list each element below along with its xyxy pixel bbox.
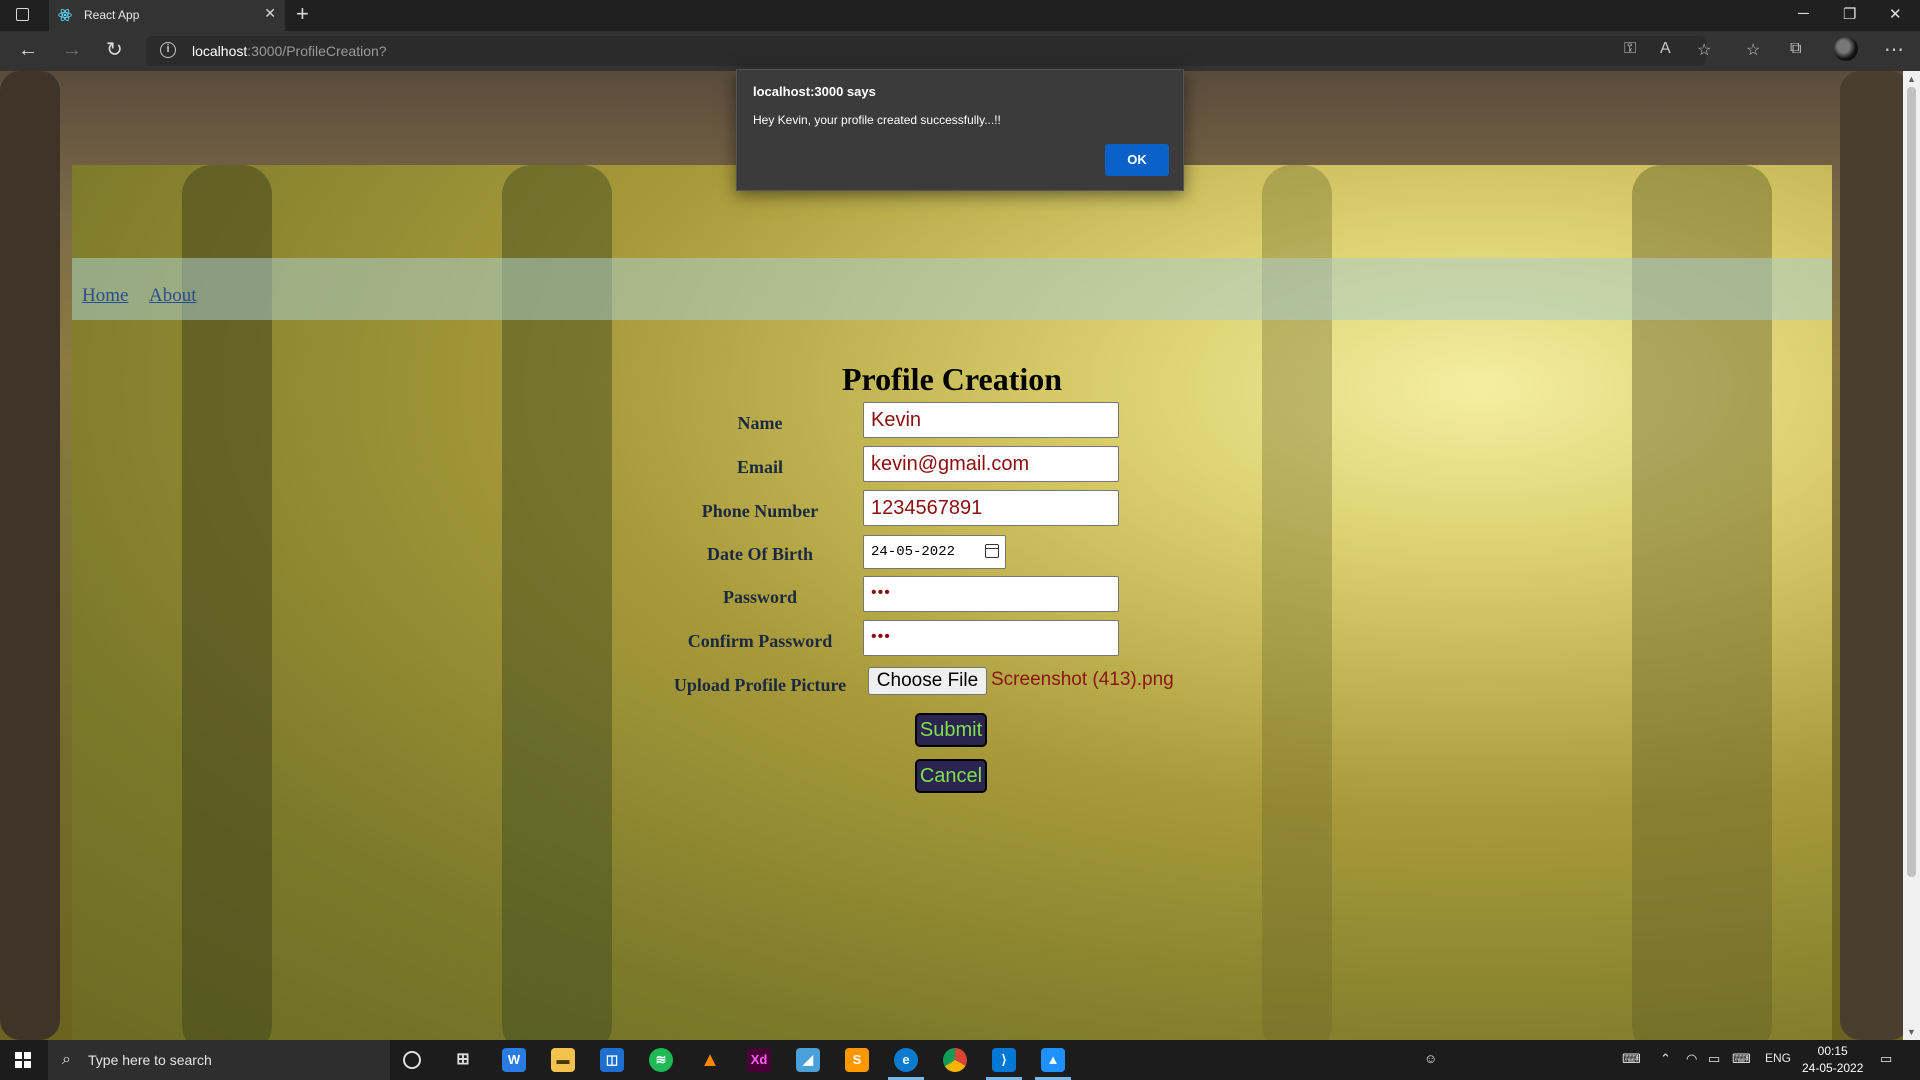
adobe-xd-icon[interactable]: Xd <box>747 1048 771 1072</box>
alert-message: Hey Kevin, your profile created successf… <box>753 113 1001 127</box>
scroll-up-icon[interactable]: ▲ <box>1907 74 1916 84</box>
alert-ok-button[interactable]: OK <box>1105 144 1169 176</box>
calendar-icon[interactable] <box>985 544 999 558</box>
spotify-icon[interactable]: ≋ <box>649 1048 673 1072</box>
page-viewport: Home About Profile Creation Name Kevin E… <box>0 71 1903 1040</box>
refresh-icon[interactable]: ↻ <box>106 39 123 61</box>
browser-tab-bar: React App ✕ + ─ ❐ ✕ <box>0 0 1920 31</box>
alert-header: localhost:3000 says <box>753 84 876 99</box>
vlc-icon[interactable]: ▲ <box>698 1048 722 1072</box>
editor-app-icon[interactable]: W <box>502 1048 526 1072</box>
task-view-icon[interactable]: ⊞ <box>451 1048 475 1072</box>
background-trunk <box>1840 71 1903 1040</box>
taskbar-search[interactable]: ⌕ Type here to search <box>48 1040 390 1080</box>
email-input[interactable]: kevin@gmail.com <box>863 446 1119 482</box>
notes-app-icon[interactable]: ◢ <box>796 1048 820 1072</box>
profile-avatar[interactable] <box>1834 37 1858 61</box>
phone-input[interactable]: 1234567891 <box>863 490 1119 526</box>
upload-label: Upload Profile Picture <box>673 675 847 695</box>
file-explorer-icon[interactable]: ▬ <box>551 1048 575 1072</box>
wifi-icon[interactable]: ◠ <box>1686 1051 1697 1067</box>
site-info-icon[interactable]: i <box>160 42 176 58</box>
windows-start-icon[interactable] <box>15 1052 31 1068</box>
page-scrollbar[interactable]: ▲ ▼ <box>1903 71 1920 1040</box>
taskbar-search-placeholder: Type here to search <box>88 1052 212 1068</box>
nav-home-link[interactable]: Home <box>82 285 128 307</box>
minimize-icon[interactable]: ─ <box>1798 5 1809 22</box>
confirm-password-input[interactable]: ••• <box>863 620 1119 656</box>
cancel-button[interactable]: Cancel <box>915 759 987 793</box>
nav-about-link[interactable]: About <box>149 285 197 307</box>
dob-input[interactable]: 24-05-2022 <box>863 535 1006 569</box>
key-icon[interactable]: ⚿ <box>1624 40 1636 58</box>
submit-button[interactable]: Submit <box>915 713 987 747</box>
people-icon[interactable]: ☺ <box>1424 1051 1437 1066</box>
address-bar[interactable]: i localhost:3000/ProfileCreation? <box>146 36 1706 66</box>
alert-dialog: localhost:3000 says Hey Kevin, your prof… <box>736 69 1184 191</box>
clock-time: 00:15 <box>1817 1044 1848 1058</box>
browser-tab[interactable]: React App ✕ <box>49 0 285 31</box>
window-close-icon[interactable]: ✕ <box>1889 5 1902 23</box>
favorites-icon[interactable]: ☆ <box>1746 40 1760 60</box>
background-trunk <box>0 71 60 1040</box>
battery-icon[interactable]: ▭ <box>1708 1051 1720 1067</box>
name-input[interactable]: Kevin <box>863 402 1119 438</box>
back-icon[interactable]: ← <box>18 39 38 61</box>
search-icon: ⌕ <box>62 1051 71 1068</box>
clock-date: 24-05-2022 <box>1802 1061 1864 1075</box>
choose-file-button[interactable]: Choose File <box>868 667 987 695</box>
notifications-icon[interactable]: ▭ <box>1880 1051 1892 1067</box>
tab-title: React App <box>84 8 140 22</box>
touch-keyboard-icon[interactable]: ⌨ <box>1622 1051 1641 1067</box>
password-input[interactable]: ••• <box>863 576 1119 612</box>
dob-value: 24-05-2022 <box>871 544 956 560</box>
read-aloud-icon[interactable]: A <box>1660 40 1671 58</box>
nav-bar: Home About <box>72 258 1832 320</box>
edge-icon[interactable]: e <box>894 1048 918 1072</box>
taskbar: ⌕ Type here to search ⊞ W ▬ ◫ ≋ ▲ Xd ◢ S… <box>0 1040 1920 1080</box>
selected-filename: Screenshot (413).png <box>991 669 1174 690</box>
scroll-thumb[interactable] <box>1907 87 1916 877</box>
add-favorite-icon[interactable]: ☆ <box>1697 40 1711 60</box>
url-text[interactable]: localhost:3000/ProfileCreation? <box>192 43 387 59</box>
cortana-icon[interactable] <box>403 1051 421 1069</box>
more-icon[interactable]: ⋯ <box>1884 37 1904 62</box>
sublime-text-icon[interactable]: S <box>845 1048 869 1072</box>
system-clock[interactable]: 00:15 24-05-2022 <box>1802 1043 1863 1077</box>
show-hidden-icons[interactable]: ⌃ <box>1660 1051 1671 1067</box>
restore-icon[interactable]: ❐ <box>1843 5 1856 23</box>
forward-icon[interactable]: → <box>62 39 82 61</box>
address-toolbar: ← → ↻ i localhost:3000/ProfileCreation? … <box>0 31 1920 71</box>
new-tab-icon[interactable]: + <box>296 2 309 26</box>
react-logo-icon <box>58 8 72 22</box>
language-indicator[interactable]: ENG <box>1765 1051 1791 1065</box>
page-title: Profile Creation <box>841 361 1063 397</box>
page-content: Home About Profile Creation Name Kevin E… <box>72 165 1832 1040</box>
store-icon[interactable]: ◫ <box>600 1048 624 1072</box>
keyboard-icon[interactable]: ⌨ <box>1732 1051 1751 1067</box>
scroll-down-icon[interactable]: ▼ <box>1907 1027 1916 1037</box>
photos-icon[interactable]: ▲ <box>1041 1048 1065 1072</box>
chrome-icon[interactable] <box>943 1048 967 1072</box>
tab-actions-icon[interactable] <box>16 8 29 21</box>
vscode-icon[interactable]: ⟩ <box>992 1048 1016 1072</box>
collections-icon[interactable]: ⧉ <box>1790 40 1801 58</box>
tab-close-icon[interactable]: ✕ <box>264 5 276 22</box>
